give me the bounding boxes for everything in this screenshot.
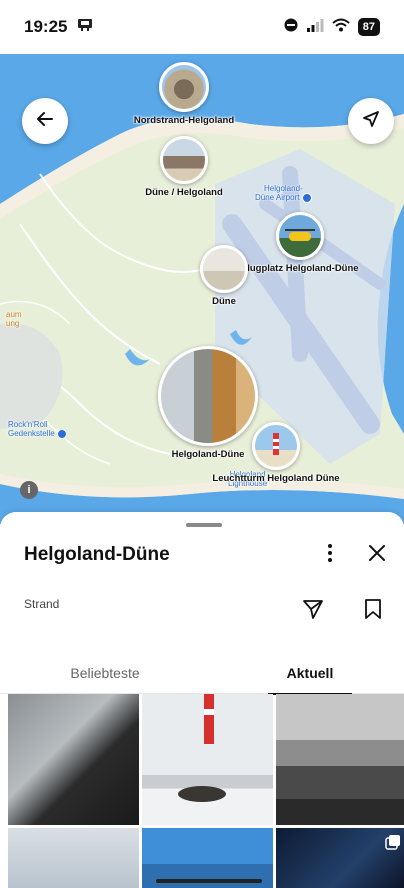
locate-button[interactable] [348, 98, 394, 144]
pin-photo-seal [159, 62, 209, 112]
pin-label: Nordstrand-Helgoland [133, 115, 235, 126]
drag-handle[interactable] [186, 523, 222, 527]
status-time: 19:25 [24, 17, 68, 36]
airport-poi-label: Helgoland- Düne Airport [255, 184, 303, 203]
grid-photo-1[interactable] [8, 694, 139, 825]
home-indicator[interactable] [156, 879, 262, 883]
grid-photo-4[interactable] [8, 828, 139, 888]
map-view[interactable]: Helgoland- Düne Airport Helgoland Lighth… [0, 54, 404, 524]
pin-photo-bird [200, 245, 248, 293]
map-pin-nordstrand[interactable]: Nordstrand-Helgoland [133, 62, 235, 126]
airport-poi[interactable]: Helgoland- Düne Airport [255, 184, 312, 203]
pin-photo-lighthouse [252, 422, 300, 470]
pin-photo-seal [160, 136, 208, 184]
back-button[interactable] [22, 98, 68, 144]
info-icon[interactable]: i [20, 481, 38, 499]
vertical-dots-icon [327, 543, 333, 568]
poi-pin-icon [56, 429, 67, 439]
pin-photo-helicopter [276, 212, 324, 260]
arrow-left-icon [35, 109, 55, 134]
notification-icon [77, 18, 93, 37]
send-icon [302, 598, 324, 625]
airport-icon [301, 193, 312, 203]
grid-photo-6[interactable] [276, 828, 404, 888]
pin-label: Düne [212, 296, 236, 307]
status-bar: 19:25 87 [0, 0, 404, 54]
place-category: Strand [24, 597, 60, 611]
place-sheet: Helgoland-Düne Strand Beliebteste Aktuel… [0, 512, 404, 888]
gedenkstelle-poi[interactable]: Rock'n'Roll Gedenkstelle [8, 420, 67, 439]
gedenkstelle-poi-label: Rock'n'Roll Gedenkstelle [8, 420, 55, 439]
museum-poi-label: aum ung [6, 310, 22, 328]
map-pin-duene-helgoland[interactable]: Düne / Helgoland [136, 136, 232, 198]
pin-label: Leuchtturm Helgoland Düne [212, 473, 340, 484]
signal-icon [306, 18, 324, 37]
bookmark-icon [364, 598, 382, 625]
museum-poi[interactable]: aum ung [6, 310, 22, 328]
dnd-icon [284, 18, 298, 37]
more-options-button[interactable] [318, 542, 342, 568]
carousel-icon [385, 834, 401, 855]
map-pin-duene[interactable]: Düne [188, 245, 260, 307]
close-button[interactable] [364, 542, 390, 568]
lighthouse-photo-art [178, 694, 226, 802]
photo-grid [8, 694, 404, 888]
tab-beliebteste[interactable]: Beliebteste [0, 652, 210, 694]
grid-photo-2[interactable] [142, 694, 273, 825]
wifi-icon [332, 18, 350, 37]
battery-icon: 87 [357, 18, 380, 36]
media-tabs: Beliebteste Aktuell [0, 652, 404, 695]
save-button[interactable] [360, 598, 386, 624]
map-pin-leuchtturm[interactable]: Leuchtturm Helgoland Düne [206, 422, 346, 484]
pin-label: Düne / Helgoland [145, 187, 223, 198]
navigation-arrow-icon [362, 110, 380, 133]
share-button[interactable] [300, 598, 326, 624]
close-icon [367, 543, 387, 568]
tab-aktuell[interactable]: Aktuell [268, 652, 352, 695]
place-title: Helgoland-Düne [24, 544, 170, 565]
grid-photo-3[interactable] [276, 694, 404, 825]
